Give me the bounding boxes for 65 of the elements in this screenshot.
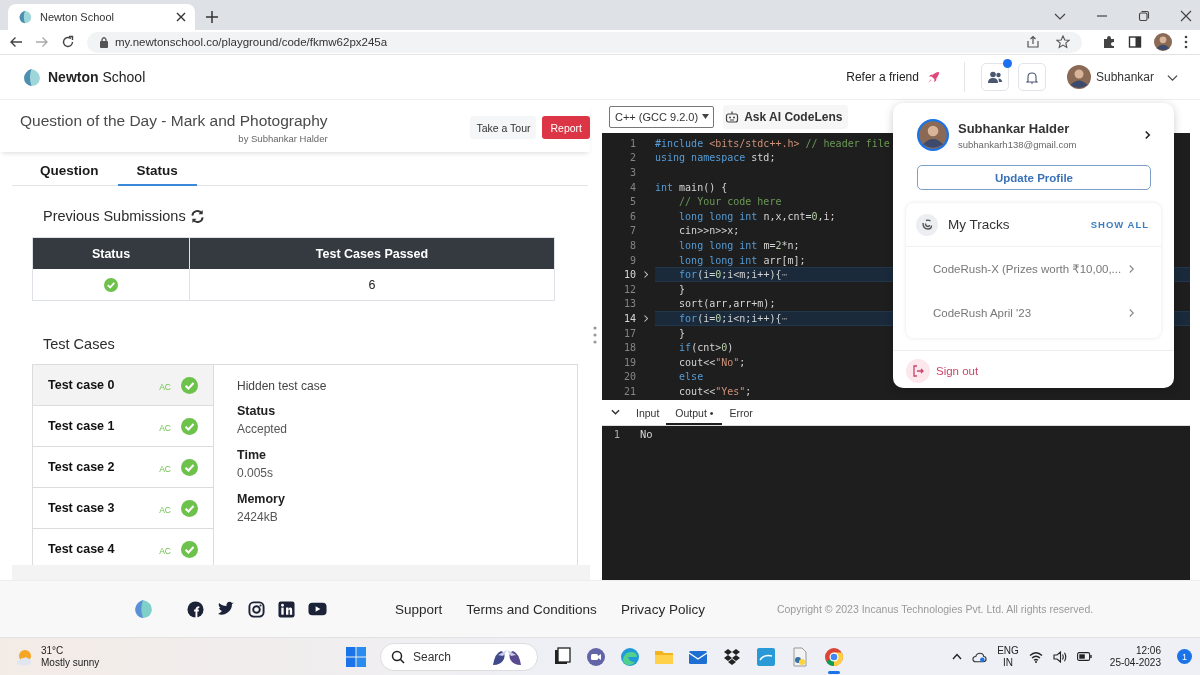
- line-number: 14: [622, 312, 636, 324]
- line-number: 1: [628, 137, 636, 149]
- field-label: Time: [237, 448, 267, 462]
- line-number: 6: [628, 210, 636, 222]
- verdict-label: AC: [159, 546, 171, 556]
- code-line: for(i=0;i<n;i++){⋯: [678, 312, 788, 324]
- column-header: Test Cases Passed: [314, 245, 430, 263]
- copyright-text: Copyright © 2023 Incanus Technologies Pvt. Ltd. All rights reserved.: [776, 603, 1094, 615]
- code-line: if(cnt>0): [678, 342, 734, 354]
- line-number: 1: [612, 428, 620, 440]
- question-title: Question of the Day - Mark and Photography: [20, 111, 328, 130]
- code-line: long long int m=2*n;: [678, 239, 800, 251]
- field-value: 0.005s: [237, 466, 275, 480]
- line-number: 17: [622, 327, 636, 339]
- test-case-label: Test case 4: [48, 542, 115, 556]
- verdict-label: AC: [159, 423, 171, 433]
- line-number: 21: [622, 385, 636, 397]
- line-number: 12: [622, 283, 636, 295]
- code-line: else: [678, 371, 704, 383]
- line-number: 3: [628, 167, 636, 178]
- line-number: 2: [628, 152, 636, 164]
- line-number: 13: [622, 298, 636, 310]
- column-header: Status: [33, 238, 190, 269]
- test-case-label: Test case 2: [48, 460, 115, 474]
- author-text: by Subhankar Halder: [238, 132, 328, 144]
- section-heading: Test Cases: [43, 335, 116, 354]
- field-label: Memory: [237, 492, 286, 506]
- code-line: for(i=0;i<m;i++){⋯: [678, 269, 788, 281]
- section-heading: Previous Submissions: [43, 208, 186, 224]
- line-number: 19: [622, 356, 636, 368]
- output-line: No: [640, 428, 653, 440]
- code-line: // Your code here: [678, 196, 782, 208]
- line-number: 8: [628, 239, 636, 251]
- code-line: long long int n,x,cnt=0,i;: [678, 210, 836, 222]
- verdict-label: AC: [159, 464, 171, 474]
- code-line: #include <bits/stdc++.h> // header file: [655, 137, 890, 149]
- table-cell-text: 6: [367, 276, 377, 294]
- test-case-label: Test case 0: [48, 378, 115, 392]
- code-line: cout<<"No";: [678, 356, 746, 368]
- line-number: 9: [628, 254, 636, 266]
- profile-email: subhankarh138@gmail.com: [958, 138, 1077, 150]
- code-line: int main() {: [655, 181, 728, 193]
- code-line: }: [678, 327, 686, 339]
- verdict-label: AC: [159, 505, 171, 515]
- line-number: 20: [622, 371, 636, 383]
- detail-title: Hidden test case: [237, 379, 328, 393]
- line-number: 5: [628, 196, 636, 208]
- code-line: cout<<"Yes";: [678, 385, 752, 397]
- tracks-title: My Tracks: [948, 217, 1010, 232]
- line-number: 4: [628, 181, 636, 193]
- code-line: sort(arr,arr+m);: [678, 298, 776, 310]
- field-value: 2424kB: [237, 510, 279, 524]
- profile-name: Subhankar Halder: [958, 120, 1071, 136]
- test-case-label: Test case 3: [48, 501, 115, 515]
- line-number: 18: [622, 342, 636, 354]
- line-number: 7: [628, 225, 636, 237]
- code-line: long long int arr[m];: [678, 254, 806, 266]
- code-line: }: [678, 283, 686, 295]
- field-label: Status: [237, 404, 277, 418]
- code-line: cin>>n>>x;: [678, 225, 740, 237]
- field-value: Accepted: [237, 422, 289, 436]
- verdict-label: AC: [159, 382, 171, 392]
- code-line: using namespace std;: [655, 152, 776, 164]
- test-case-label: Test case 1: [48, 419, 115, 433]
- line-number: 10: [622, 269, 636, 281]
